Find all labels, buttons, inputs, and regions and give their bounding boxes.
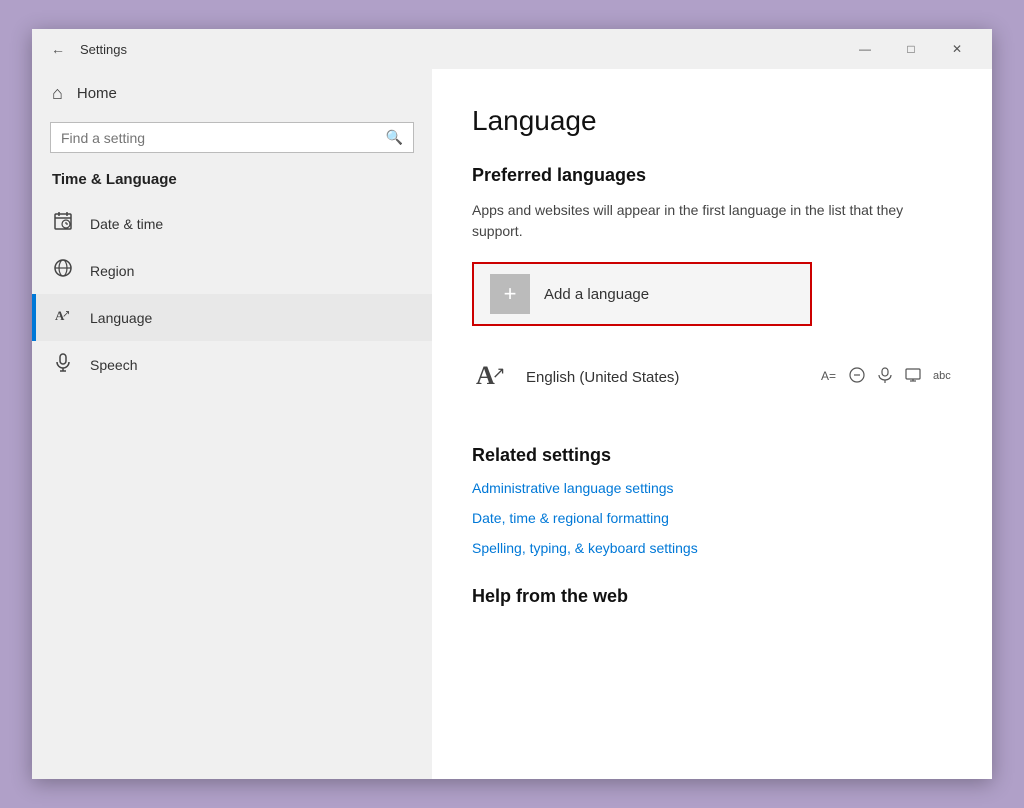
related-settings-section: Related settings Administrative language… [472, 445, 952, 556]
text-to-speech-icon: A= [820, 366, 838, 389]
page-title: Language [472, 105, 952, 137]
sidebar-item-home[interactable]: ⌂ Home [32, 69, 432, 118]
related-settings-heading: Related settings [472, 445, 952, 466]
content-area: ⌂ Home 🔍 Time & Language [32, 69, 992, 779]
english-lang-icon: A ↗ [472, 356, 512, 399]
window-controls: — □ ✕ [842, 29, 980, 69]
main-content: Language Preferred languages Apps and we… [432, 69, 992, 779]
sidebar-section-title: Time & Language [32, 167, 432, 200]
region-icon [52, 258, 74, 283]
svg-text:↗: ↗ [492, 365, 505, 382]
sidebar-item-region[interactable]: Region [32, 247, 432, 294]
sidebar-item-date-time[interactable]: Date & time [32, 200, 432, 247]
windows-display-icon [904, 366, 922, 389]
language-label: Language [90, 310, 152, 326]
speech-icon [876, 366, 894, 389]
help-section: Help from the web [472, 586, 952, 607]
add-language-label: Add a language [544, 286, 649, 303]
english-lang-name: English (United States) [526, 369, 806, 386]
back-button[interactable]: ← [44, 35, 72, 63]
language-item-english: A ↗ English (United States) A= [472, 346, 952, 409]
home-label: Home [77, 85, 117, 102]
sidebar-item-speech[interactable]: Speech [32, 341, 432, 388]
preferred-description: Apps and websites will appear in the fir… [472, 200, 952, 242]
svg-text:↗: ↗ [62, 309, 70, 320]
datetime-regional-link[interactable]: Date, time & regional formatting [472, 510, 952, 526]
sidebar: ⌂ Home 🔍 Time & Language [32, 69, 432, 779]
speech-icon [52, 352, 74, 377]
svg-text:abc: abc [933, 370, 951, 382]
home-icon: ⌂ [52, 83, 63, 104]
add-language-button[interactable]: + Add a language [472, 262, 812, 326]
svg-text:A=: A= [821, 369, 836, 383]
titlebar: ← Settings — □ ✕ [32, 29, 992, 69]
date-time-label: Date & time [90, 216, 163, 232]
settings-window: ← Settings — □ ✕ ⌂ Home 🔍 Time & Languag… [32, 29, 992, 779]
admin-language-link[interactable]: Administrative language settings [472, 480, 952, 496]
region-label: Region [90, 263, 134, 279]
preferred-languages-heading: Preferred languages [472, 165, 952, 186]
search-box: 🔍 [50, 122, 414, 153]
search-icon: 🔍 [386, 129, 403, 146]
sidebar-item-language[interactable]: A ↗ Language [32, 294, 432, 341]
titlebar-title: Settings [80, 42, 842, 57]
speech-label: Speech [90, 357, 137, 373]
help-heading: Help from the web [472, 586, 952, 607]
language-icon: A ↗ [52, 305, 74, 330]
search-input[interactable] [61, 130, 386, 146]
date-time-icon [52, 211, 74, 236]
maximize-button[interactable]: □ [888, 29, 934, 69]
spelling-keyboard-link[interactable]: Spelling, typing, & keyboard settings [472, 540, 952, 556]
spelling-icon: abc [932, 366, 952, 389]
minimize-button[interactable]: — [842, 29, 888, 69]
add-icon: + [490, 274, 530, 314]
handwriting-icon [848, 366, 866, 389]
lang-feature-icons: A= [820, 366, 952, 389]
close-button[interactable]: ✕ [934, 29, 980, 69]
